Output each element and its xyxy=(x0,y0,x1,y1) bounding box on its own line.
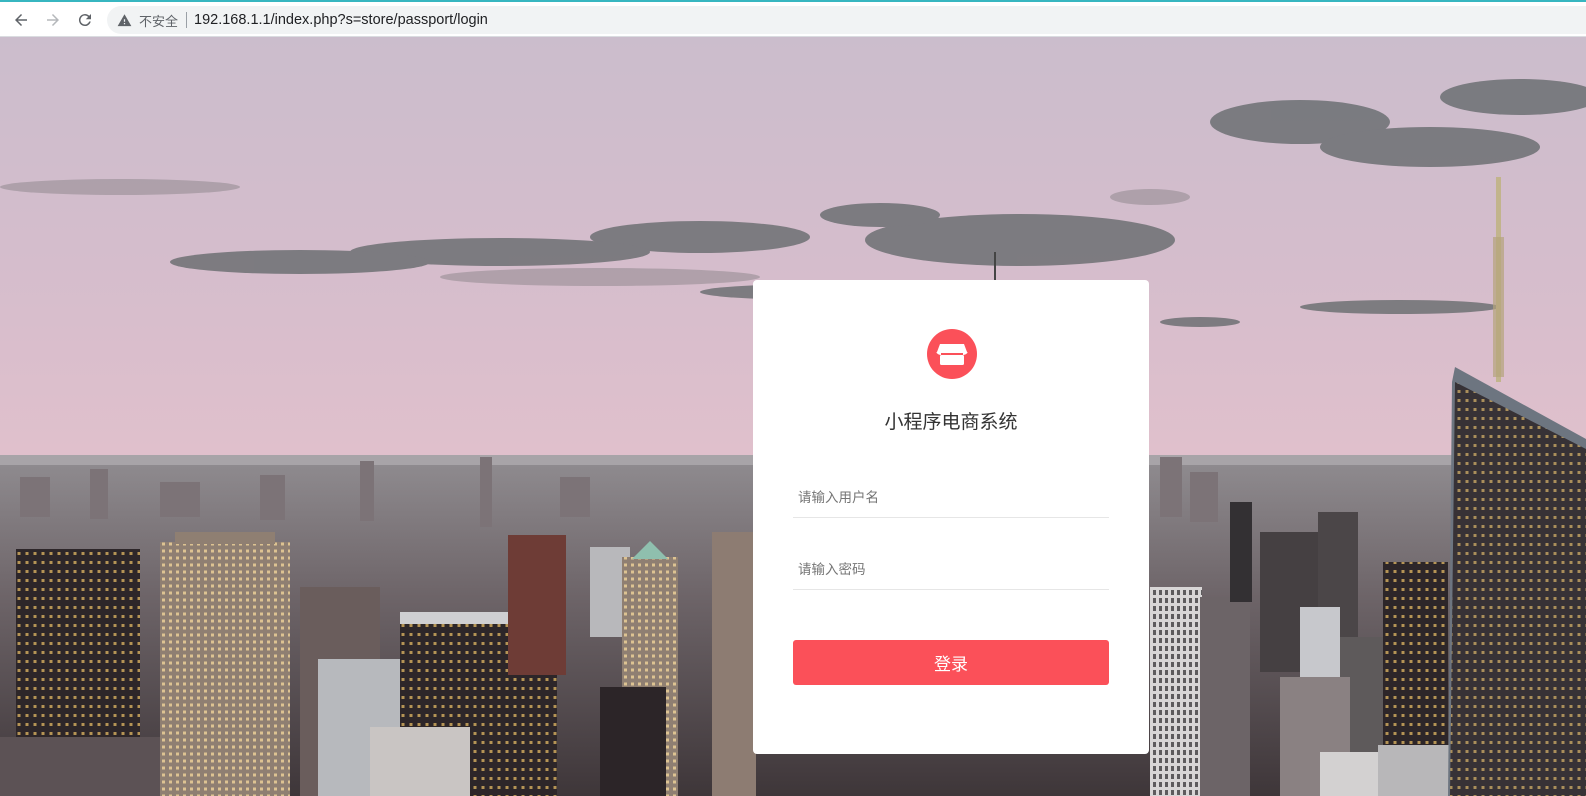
forward-arrow-icon xyxy=(47,14,59,26)
username-input[interactable] xyxy=(793,478,1109,518)
page-title: 小程序电商系统 xyxy=(884,411,1018,433)
reload-icon xyxy=(78,14,91,27)
browser-toolbar: 不安全 192.168.1.1/index.php?s=store/passpo… xyxy=(0,0,1586,37)
warning-icon xyxy=(117,13,132,28)
storefront-icon xyxy=(927,329,977,379)
password-input[interactable] xyxy=(793,550,1109,590)
reload-button[interactable] xyxy=(72,7,98,33)
url-text[interactable]: 192.168.1.1/index.php?s=store/passport/l… xyxy=(194,12,488,28)
forward-button[interactable] xyxy=(40,7,66,33)
login-card: 小程序电商系统 登录 xyxy=(753,280,1149,754)
address-bar[interactable]: 不安全 192.168.1.1/index.php?s=store/passpo… xyxy=(107,6,1586,34)
back-button[interactable] xyxy=(8,7,34,33)
back-arrow-icon xyxy=(15,14,27,26)
divider xyxy=(186,12,188,28)
login-button[interactable]: 登录 xyxy=(793,640,1109,685)
security-status[interactable]: 不安全 xyxy=(139,11,178,30)
